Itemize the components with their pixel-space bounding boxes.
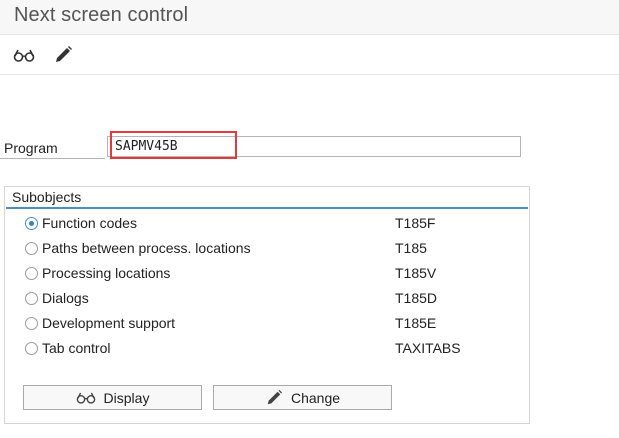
change-button-label: Change bbox=[290, 389, 341, 406]
display-button[interactable]: Display bbox=[23, 385, 202, 410]
group-title-divider bbox=[6, 207, 528, 209]
program-input[interactable] bbox=[107, 136, 521, 157]
table-code: T185 bbox=[395, 240, 427, 256]
table-code: T185E bbox=[395, 315, 437, 331]
radio-function-codes[interactable]: Function codes T185F bbox=[25, 215, 505, 235]
title-bar: Next screen control bbox=[0, 0, 619, 34]
window-title: Next screen control bbox=[14, 4, 189, 26]
change-button[interactable]: Change bbox=[213, 385, 392, 410]
radio-label: Function codes bbox=[42, 215, 137, 231]
radio-label: Dialogs bbox=[42, 290, 89, 306]
pencil-icon bbox=[56, 46, 72, 62]
glasses-icon bbox=[76, 391, 96, 404]
toolbar bbox=[0, 34, 619, 75]
program-label: Program bbox=[4, 140, 58, 156]
radio-label: Processing locations bbox=[42, 265, 171, 281]
radio-button[interactable] bbox=[25, 242, 38, 255]
subobjects-title: Subobjects bbox=[12, 189, 82, 205]
radio-tab-control[interactable]: Tab control TAXITABS bbox=[25, 340, 505, 360]
table-code: T185D bbox=[395, 290, 438, 306]
radio-button-selected[interactable] bbox=[25, 217, 38, 230]
display-toolbar-button[interactable] bbox=[12, 43, 36, 67]
table-code: T185F bbox=[395, 215, 436, 231]
radio-paths-between-locations[interactable]: Paths between process. locations T185 bbox=[25, 240, 505, 260]
radio-label: Tab control bbox=[42, 340, 111, 356]
radio-button[interactable] bbox=[25, 292, 38, 305]
subobjects-group: Subobjects Function codes T185F Paths be… bbox=[4, 186, 530, 424]
pencil-icon bbox=[265, 389, 283, 407]
radio-dialogs[interactable]: Dialogs T185D bbox=[25, 290, 505, 310]
glasses-icon bbox=[13, 49, 35, 62]
display-button-label: Display bbox=[103, 389, 150, 406]
table-code: T185V bbox=[395, 265, 437, 281]
radio-button[interactable] bbox=[25, 317, 38, 330]
radio-label: Development support bbox=[42, 315, 176, 331]
change-toolbar-button[interactable] bbox=[51, 43, 75, 67]
radio-development-support[interactable]: Development support T185E bbox=[25, 315, 505, 335]
table-code: TAXITABS bbox=[395, 340, 461, 356]
radio-processing-locations[interactable]: Processing locations T185V bbox=[25, 265, 505, 285]
radio-button[interactable] bbox=[25, 342, 38, 355]
radio-label: Paths between process. locations bbox=[42, 240, 251, 256]
program-label-underline bbox=[0, 158, 105, 159]
radio-button[interactable] bbox=[25, 267, 38, 280]
